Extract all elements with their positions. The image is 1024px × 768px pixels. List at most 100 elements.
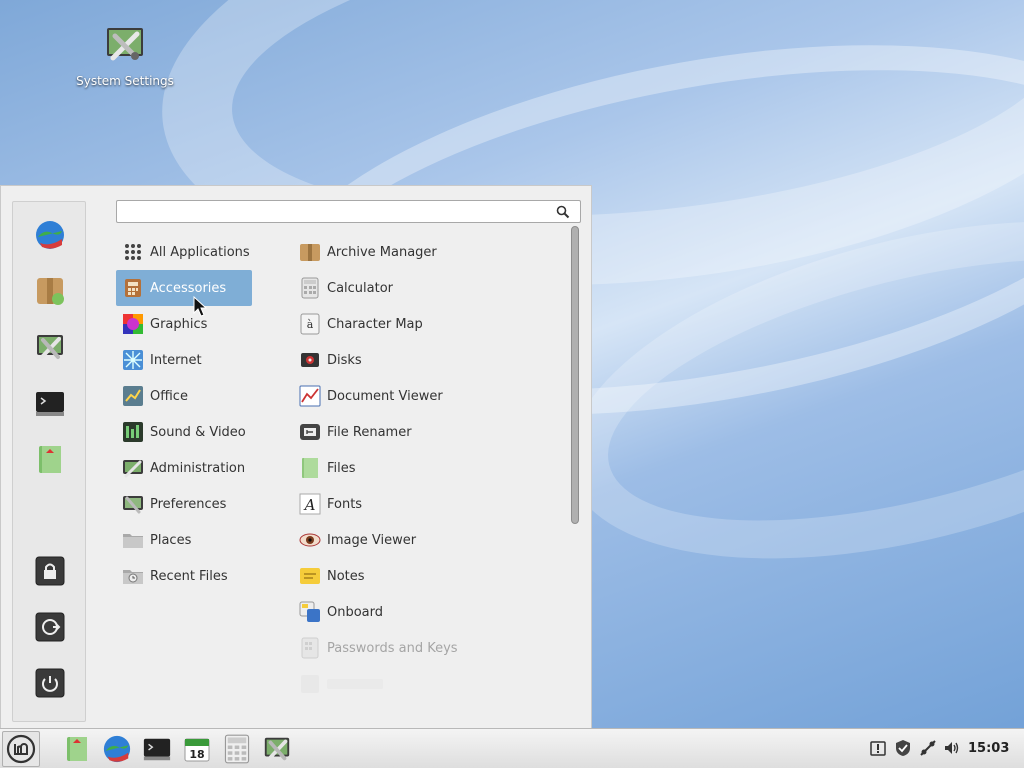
sound-video-icon — [123, 422, 143, 442]
app-passwords-and-keys[interactable]: Passwords and Keys — [298, 630, 568, 666]
app-onboard[interactable]: Onboard — [298, 594, 568, 630]
category-preferences[interactable]: Preferences — [116, 486, 252, 522]
app-icon — [301, 675, 319, 693]
app-character-map[interactable]: à Character Map — [298, 306, 568, 342]
search-input[interactable] — [117, 201, 580, 222]
app-label: Notes — [327, 568, 365, 584]
application-menu: All Applications Accessories Graphics In… — [0, 185, 592, 728]
taskbar: 18 15:03 — [0, 728, 1024, 768]
tray-network[interactable] — [919, 739, 937, 757]
app-label: Document Viewer — [327, 388, 443, 404]
category-all-applications[interactable]: All Applications — [116, 234, 252, 270]
app-calculator[interactable]: Calculator — [298, 270, 568, 306]
app-label: Image Viewer — [327, 532, 417, 548]
settings-icon — [37, 335, 63, 359]
mint-logo-icon — [6, 734, 36, 764]
category-list: All Applications Accessories Graphics In… — [116, 234, 286, 594]
document-viewer-icon — [299, 385, 321, 407]
app-partially-hidden — [298, 666, 568, 694]
power-icon — [35, 668, 65, 698]
app-label: Archive Manager — [327, 244, 437, 260]
desktop-icon-system-settings[interactable]: System Settings — [70, 22, 180, 88]
preferences-icon — [123, 496, 143, 514]
terminal-icon — [143, 738, 171, 761]
favorite-file-manager[interactable] — [32, 441, 68, 477]
calendar-day: 18 — [189, 748, 204, 761]
favorite-software-manager[interactable] — [32, 273, 68, 309]
app-label: Passwords and Keys — [327, 640, 458, 656]
category-label: Graphics — [150, 316, 208, 332]
category-accessories[interactable]: Accessories — [116, 270, 252, 306]
character-map-icon: à — [300, 313, 320, 335]
category-places[interactable]: Places — [116, 522, 252, 558]
calculator-icon — [224, 734, 250, 764]
app-notes[interactable]: Notes — [298, 558, 568, 594]
file-renamer-icon — [300, 424, 320, 440]
category-internet[interactable]: Internet — [116, 342, 252, 378]
category-label: Preferences — [150, 496, 227, 512]
app-document-viewer[interactable]: Document Viewer — [298, 378, 568, 414]
grid-icon — [125, 244, 141, 260]
scrollbar-thumb[interactable] — [571, 226, 579, 524]
category-administration[interactable]: Administration — [116, 450, 252, 486]
app-disks[interactable]: Disks — [298, 342, 568, 378]
accessories-icon — [125, 279, 141, 297]
terminal-icon — [36, 392, 64, 416]
app-archive-manager[interactable]: Archive Manager — [298, 234, 568, 270]
graphics-icon — [123, 314, 143, 334]
favorite-terminal[interactable] — [32, 385, 68, 421]
app-image-viewer[interactable]: Image Viewer — [298, 522, 568, 558]
app-label: Character Map — [327, 316, 423, 332]
taskbar-web-browser[interactable] — [101, 733, 133, 765]
fonts-icon: A — [299, 493, 321, 515]
files-icon — [302, 458, 318, 478]
favorites-sidebar — [12, 201, 86, 722]
app-label: File Renamer — [327, 424, 412, 440]
clock[interactable]: 15:03 — [968, 741, 1009, 756]
app-fonts[interactable]: A Fonts — [298, 486, 568, 522]
category-label: Recent Files — [150, 568, 228, 584]
svg-text:à: à — [307, 318, 314, 331]
faded-placeholder — [327, 679, 383, 689]
package-icon — [37, 278, 64, 305]
application-list-scrollbar[interactable] — [570, 226, 580, 526]
globe-icon — [103, 735, 131, 763]
app-file-renamer[interactable]: File Renamer — [298, 414, 568, 450]
app-label: Files — [327, 460, 356, 476]
taskbar-file-manager[interactable] — [61, 733, 93, 765]
network-icon — [920, 740, 936, 756]
desktop-icon-label: System Settings — [76, 74, 174, 88]
favorite-system-settings[interactable] — [32, 329, 68, 365]
category-recent-files[interactable]: Recent Files — [116, 558, 252, 594]
recent-files-icon — [123, 570, 143, 584]
app-files[interactable]: Files — [298, 450, 568, 486]
menu-button[interactable] — [2, 731, 40, 767]
category-graphics[interactable]: Graphics — [116, 306, 252, 342]
category-label: Office — [150, 388, 188, 404]
application-list: Archive Manager Calculator à Character M… — [298, 234, 568, 694]
search-box[interactable] — [116, 200, 581, 223]
image-viewer-icon — [299, 533, 321, 547]
tray-notifications[interactable] — [869, 739, 887, 757]
notification-icon — [870, 741, 886, 756]
tray-volume[interactable] — [943, 739, 961, 757]
favorite-web-browser[interactable] — [32, 217, 68, 253]
shield-icon — [896, 740, 910, 756]
lock-icon — [35, 556, 65, 586]
office-icon — [123, 386, 143, 406]
taskbar-system-settings[interactable] — [261, 733, 293, 765]
globe-icon — [36, 221, 64, 249]
taskbar-calculator[interactable] — [221, 733, 253, 765]
category-office[interactable]: Office — [116, 378, 252, 414]
category-label: Sound & Video — [150, 424, 246, 440]
wallpaper-swirl — [534, 159, 1024, 621]
tray-update-manager[interactable] — [894, 739, 912, 757]
taskbar-terminal[interactable] — [141, 733, 173, 765]
shutdown-button[interactable] — [32, 665, 68, 701]
taskbar-calendar[interactable]: 18 — [181, 733, 213, 765]
category-sound-video[interactable]: Sound & Video — [116, 414, 252, 450]
lock-screen-button[interactable] — [32, 553, 68, 589]
folder-icon — [39, 446, 61, 473]
app-label: Fonts — [327, 496, 363, 512]
logout-button[interactable] — [32, 609, 68, 645]
